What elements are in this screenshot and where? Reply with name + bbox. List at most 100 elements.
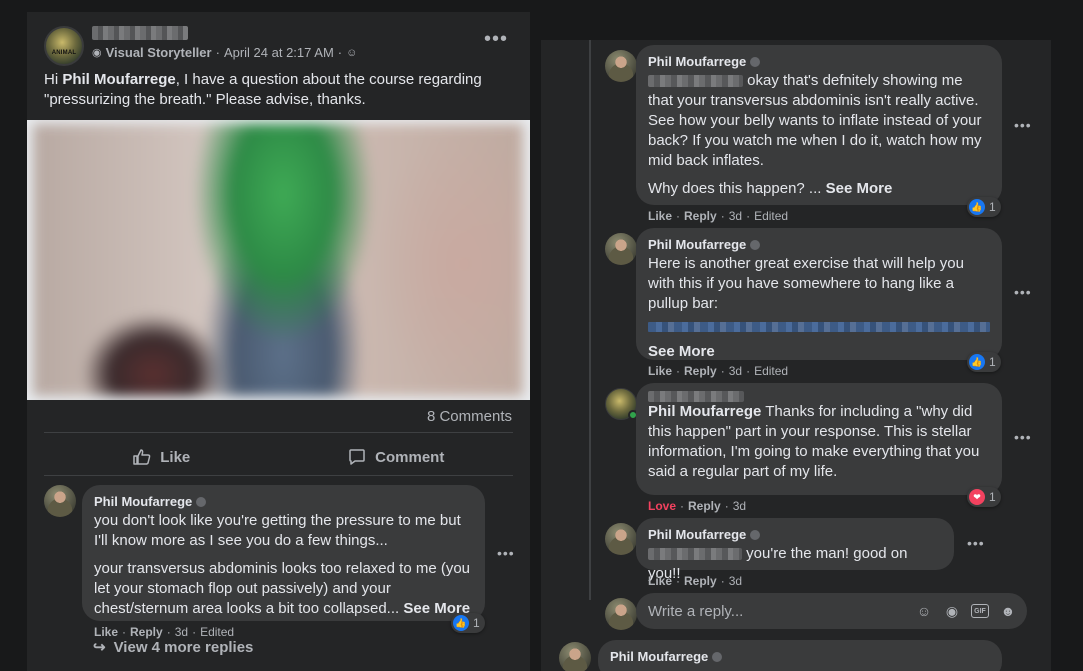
reaction-count[interactable]: ❤ 1 bbox=[967, 487, 1001, 507]
post-header: ANIMAL ◉ Visual Storyteller · April 24 a… bbox=[44, 20, 520, 70]
role-label[interactable]: Visual Storyteller bbox=[106, 45, 212, 60]
see-more-link[interactable]: See More bbox=[648, 343, 715, 360]
reply-options-icon[interactable]: ••• bbox=[1014, 118, 1032, 132]
reply-bubble: Phil Moufarrege okay that's defnitely sh… bbox=[636, 45, 1002, 205]
sticker-icon[interactable]: ☻ bbox=[999, 602, 1017, 620]
like-reaction-icon: 👍 bbox=[453, 615, 469, 631]
shield-icon bbox=[750, 530, 761, 540]
reply-actions: Like · Reply · 3d · Edited bbox=[648, 364, 789, 378]
edited-label: Edited bbox=[200, 625, 235, 639]
comment-time[interactable]: 3d bbox=[175, 625, 188, 639]
post-timestamp[interactable]: April 24 at 2:17 AM bbox=[224, 45, 334, 60]
comment-options-icon[interactable]: ••• bbox=[497, 546, 515, 560]
comment-reply-link[interactable]: Reply bbox=[130, 625, 163, 639]
reply-love-link[interactable]: Love bbox=[648, 499, 676, 513]
comment-actions: Like · Reply · 3d · Edited bbox=[94, 625, 235, 639]
reply-time[interactable]: 3d bbox=[729, 574, 742, 588]
commenter-avatar[interactable] bbox=[44, 485, 76, 517]
reply-input[interactable] bbox=[648, 602, 915, 620]
view-more-label: View 4 more replies bbox=[113, 638, 254, 656]
post-card: ANIMAL ◉ Visual Storyteller · April 24 a… bbox=[27, 12, 530, 671]
commenter-avatar[interactable] bbox=[605, 233, 637, 265]
blurred-author-name[interactable] bbox=[92, 26, 188, 40]
composer-icons: ☺ ◉ GIF ☻ bbox=[915, 602, 1017, 620]
group-avatar[interactable]: ANIMAL bbox=[44, 26, 84, 66]
reply-like-link[interactable]: Like bbox=[648, 364, 672, 378]
reply-reply-link[interactable]: Reply bbox=[684, 574, 717, 588]
reply-like-link[interactable]: Like bbox=[648, 574, 672, 588]
comment-icon bbox=[349, 449, 365, 465]
blurred-mention[interactable] bbox=[648, 548, 742, 561]
privacy-icon: ☺ bbox=[346, 46, 358, 59]
reaction-count[interactable]: 👍 1 bbox=[967, 197, 1001, 217]
comment-like-link[interactable]: Like bbox=[94, 625, 118, 639]
reply-time[interactable]: 3d bbox=[729, 209, 742, 223]
divider bbox=[44, 475, 513, 476]
shield-icon bbox=[750, 240, 761, 250]
see-more-link[interactable]: See More bbox=[826, 180, 893, 197]
comment-text: your transversus abdominis looks too rel… bbox=[94, 559, 473, 619]
reaction-number: 1 bbox=[473, 616, 480, 630]
reply-author[interactable] bbox=[648, 391, 990, 402]
reply-author[interactable]: Phil Moufarrege bbox=[648, 236, 990, 254]
reaction-number: 1 bbox=[989, 490, 996, 504]
emoji-icon[interactable]: ☺ bbox=[915, 602, 933, 620]
reply-options-icon[interactable]: ••• bbox=[1014, 430, 1032, 444]
page: ANIMAL ◉ Visual Storyteller · April 24 a… bbox=[0, 0, 1083, 671]
reply-mention[interactable]: Phil Moufarrege bbox=[648, 403, 761, 420]
reaction-number: 1 bbox=[989, 200, 996, 214]
thumbs-up-icon bbox=[133, 449, 151, 465]
blurred-mention[interactable] bbox=[648, 75, 743, 88]
blurred-photo bbox=[33, 124, 523, 396]
blurred-link[interactable] bbox=[648, 322, 990, 332]
author-name: Phil Moufarrege bbox=[648, 54, 747, 69]
gif-icon[interactable]: GIF bbox=[971, 604, 989, 618]
post-image[interactable] bbox=[27, 120, 530, 400]
avatar-text: ANIMAL bbox=[51, 50, 77, 56]
edited-label: Edited bbox=[754, 209, 789, 223]
like-reaction-icon: 👍 bbox=[969, 354, 985, 370]
more-options-icon[interactable]: ••• bbox=[484, 29, 508, 49]
action-bar: Like Comment bbox=[44, 439, 513, 475]
replies-panel: Phil Moufarrege okay that's defnitely sh… bbox=[541, 40, 1051, 671]
view-more-replies[interactable]: ↪ View 4 more replies bbox=[93, 638, 254, 657]
like-label: Like bbox=[160, 448, 191, 466]
meta-separator: · bbox=[337, 45, 343, 60]
author-name: Phil Moufarrege bbox=[648, 237, 747, 252]
reply-author[interactable]: Phil Moufarrege bbox=[648, 526, 942, 544]
comments-count[interactable]: 8 Comments bbox=[427, 408, 512, 425]
comment-author[interactable]: Phil Moufarrege bbox=[94, 493, 473, 511]
reply-reply-link[interactable]: Reply bbox=[688, 499, 721, 513]
reaction-count[interactable]: 👍 1 bbox=[451, 613, 485, 633]
edited-label: Edited bbox=[754, 364, 789, 378]
shield-icon bbox=[750, 57, 761, 67]
reply-time[interactable]: 3d bbox=[729, 364, 742, 378]
author-name: Phil Moufarrege bbox=[648, 527, 747, 542]
reply-actions: Like · Reply · 3d · Edited bbox=[648, 209, 789, 223]
commenter-avatar[interactable] bbox=[605, 50, 637, 82]
reply-author[interactable]: Phil Moufarrege bbox=[648, 53, 990, 71]
reply-reply-link[interactable]: Reply bbox=[684, 364, 717, 378]
commenter-avatar[interactable] bbox=[559, 642, 591, 671]
comment-author[interactable]: Phil Moufarrege bbox=[610, 648, 990, 666]
reply-reply-link[interactable]: Reply bbox=[684, 209, 717, 223]
my-avatar bbox=[605, 598, 637, 630]
camera-icon[interactable]: ◉ bbox=[943, 602, 961, 620]
reply-time[interactable]: 3d bbox=[733, 499, 746, 513]
thread-line bbox=[589, 40, 591, 600]
reply-like-link[interactable]: Like bbox=[648, 209, 672, 223]
author-name: Phil Moufarrege bbox=[94, 494, 193, 509]
reply-options-icon[interactable]: ••• bbox=[967, 536, 985, 550]
comment-button[interactable]: Comment bbox=[279, 439, 514, 475]
like-button[interactable]: Like bbox=[44, 439, 279, 475]
reply-arrow-icon: ↪ bbox=[93, 639, 106, 656]
post-body: Hi Phil Moufarrege, I have a question ab… bbox=[44, 70, 514, 110]
blurred-author-name bbox=[648, 391, 744, 402]
commenter-avatar[interactable] bbox=[605, 523, 637, 555]
author-name: Phil Moufarrege bbox=[610, 649, 709, 664]
comment-bubble: Phil Moufarrege you don't look like you'… bbox=[82, 485, 485, 621]
post-mention[interactable]: Phil Moufarrege bbox=[62, 71, 175, 88]
post-text-prefix: Hi bbox=[44, 71, 63, 88]
reaction-count[interactable]: 👍 1 bbox=[967, 352, 1001, 372]
reply-options-icon[interactable]: ••• bbox=[1014, 285, 1032, 299]
